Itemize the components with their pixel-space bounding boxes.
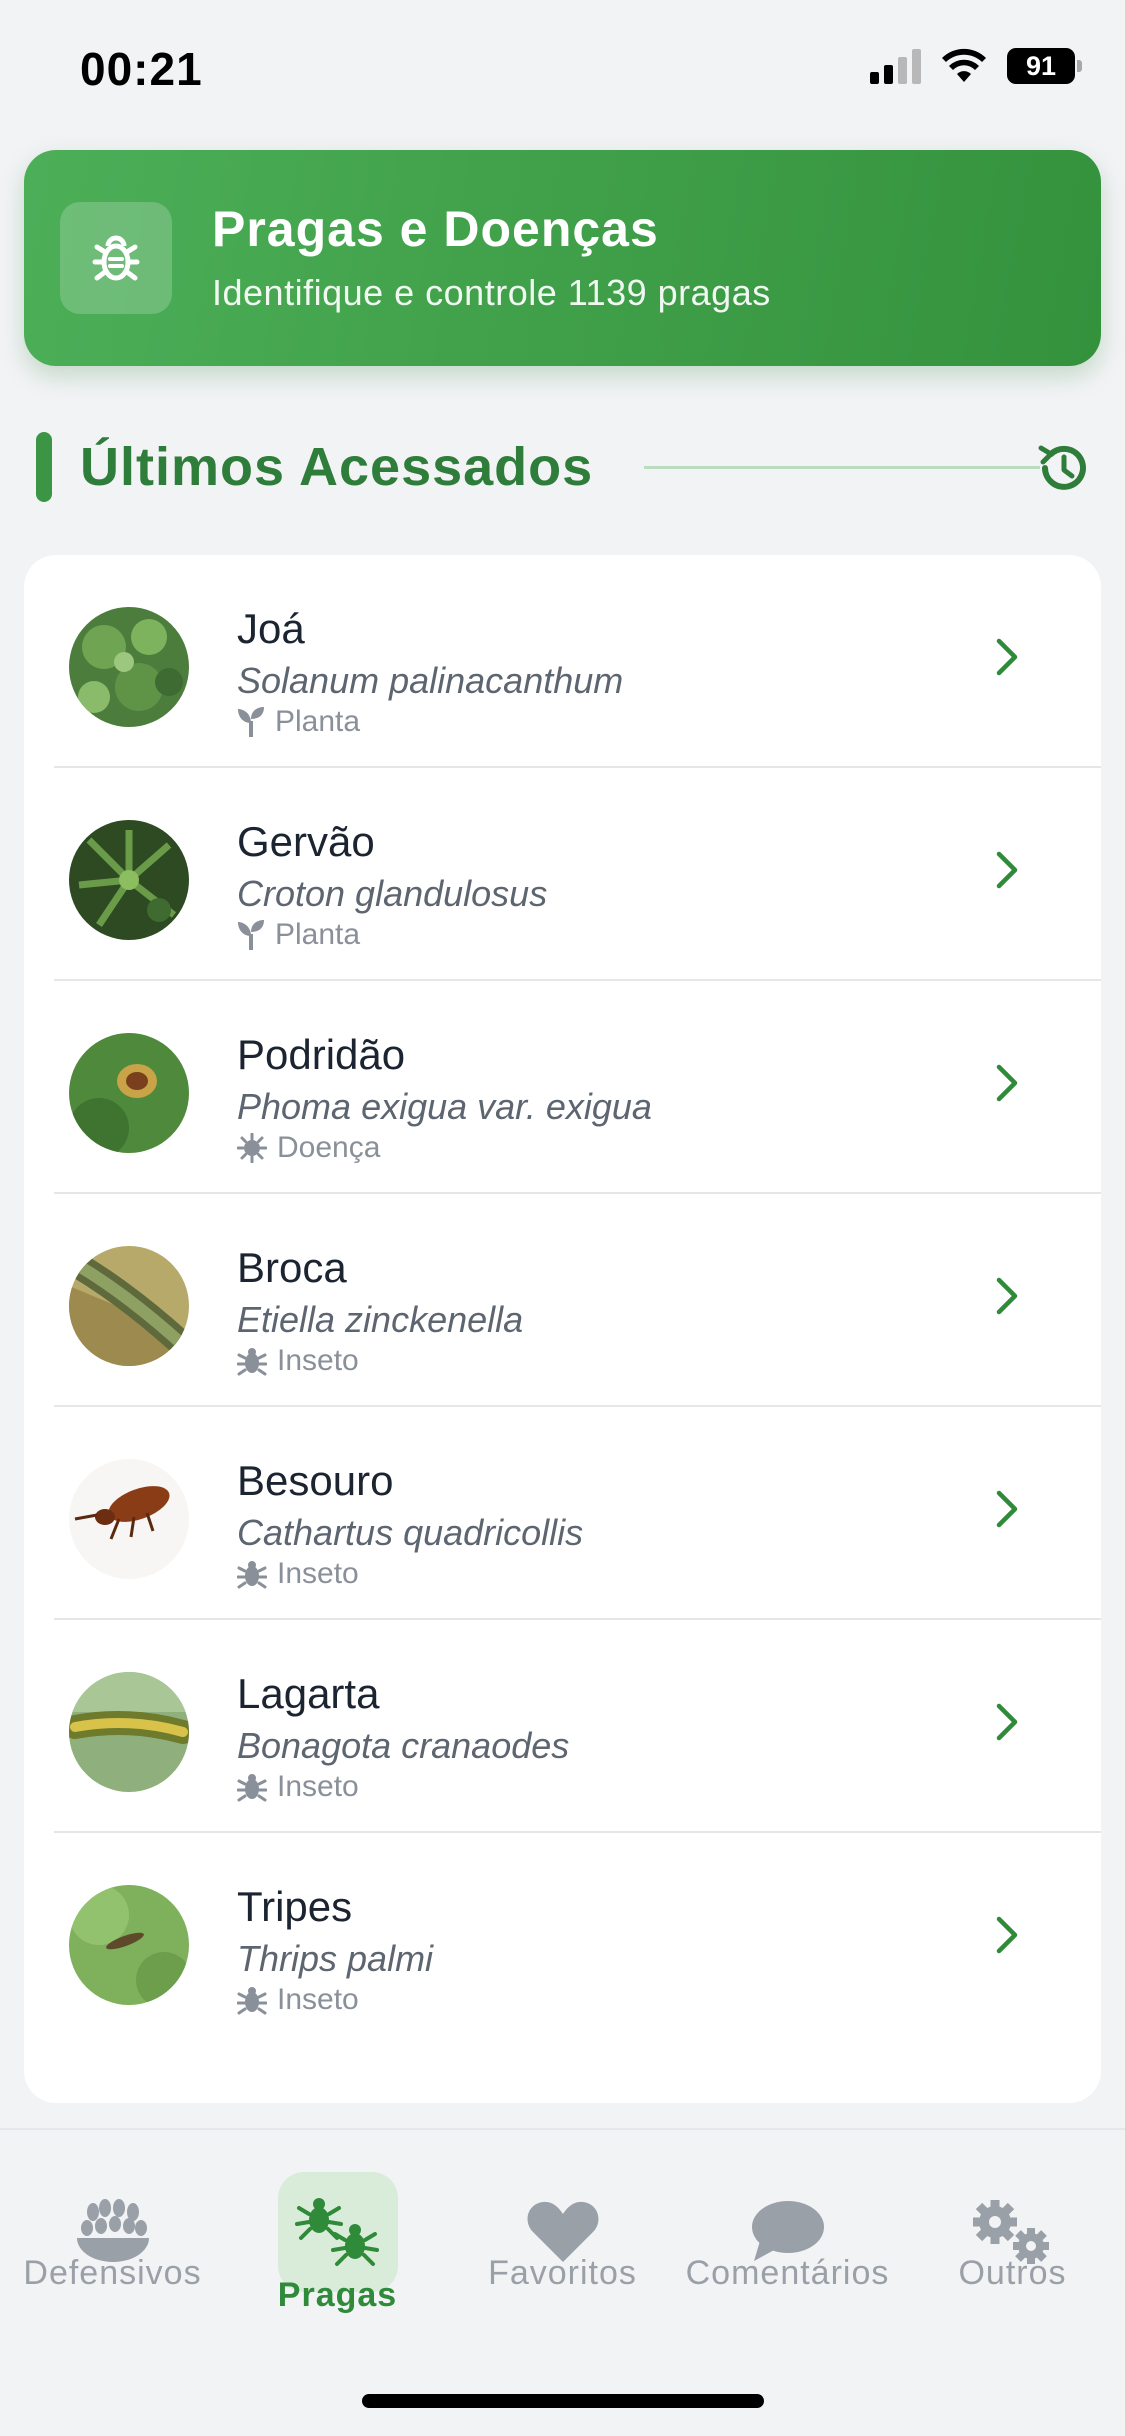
nav-item-defensivos[interactable]: Defensivos (0, 2130, 225, 2360)
bugs-icon (277, 2172, 398, 2292)
nav-item-outros[interactable]: Outros (900, 2130, 1125, 2360)
item-name: Lagarta (237, 1670, 380, 1717)
status-time: 00:21 (80, 43, 203, 95)
list-item[interactable]: Gervão Croton glandulosus Planta (24, 768, 1101, 981)
item-type-label: Doença (277, 1131, 381, 1164)
item-type-label: Inseto (277, 1983, 359, 2016)
chevron-right-icon (995, 1702, 1019, 1747)
item-thumbnail (69, 1459, 189, 1579)
item-name: Broca (237, 1244, 347, 1291)
bug-icon (237, 1346, 267, 1376)
recent-list: Joá Solanum palinacanthum Planta Gervão … (24, 555, 1101, 2103)
bottom-navigation: Defensivos Pragas Favoritos Comentários … (0, 2128, 1125, 2436)
status-icons: 91 (870, 48, 1082, 84)
virus-icon (237, 1133, 267, 1163)
item-type: Doença (237, 1131, 380, 1165)
item-type: Inseto (237, 1770, 359, 1804)
item-type-label: Inseto (277, 1557, 359, 1590)
cellular-signal-icon (870, 48, 921, 84)
item-type: Inseto (237, 1344, 359, 1378)
item-type-label: Planta (275, 918, 361, 951)
bug-icon (60, 202, 172, 314)
item-type-label: Inseto (277, 1770, 359, 1803)
nav-label: Defensivos (23, 2254, 202, 2292)
item-thumbnail (69, 820, 189, 940)
item-type-label: Inseto (277, 1344, 359, 1377)
item-scientific-name: Solanum palinacanthum (237, 660, 624, 701)
section-header: Últimos Acessados (36, 430, 1091, 504)
nav-label: Comentários (685, 2254, 890, 2292)
battery-icon: 91 (1007, 48, 1082, 84)
header-card: Pragas e Doenças Identifique e controle … (24, 150, 1101, 366)
item-name: Tripes (237, 1883, 353, 1930)
item-scientific-name: Cathartus quadricollis (237, 1512, 584, 1553)
item-type: Planta (237, 705, 360, 739)
nav-item-comentarios[interactable]: Comentários (675, 2130, 900, 2360)
nav-item-pragas[interactable]: Pragas (225, 2130, 450, 2360)
chevron-right-icon (995, 850, 1019, 895)
item-name: Joá (237, 605, 305, 652)
bug-icon (237, 1985, 267, 2015)
item-scientific-name: Etiella zinckenella (237, 1299, 524, 1340)
item-thumbnail (69, 607, 189, 727)
home-indicator (362, 2394, 764, 2408)
sprout-icon (237, 707, 265, 737)
section-title: Últimos Acessados (80, 437, 594, 497)
bug-icon (237, 1772, 267, 1802)
item-thumbnail (69, 1885, 189, 2005)
list-item[interactable]: Lagarta Bonagota cranaodes Inseto (24, 1620, 1101, 1833)
item-scientific-name: Bonagota cranaodes (237, 1725, 570, 1766)
chevron-right-icon (995, 1915, 1019, 1960)
item-type: Planta (237, 918, 360, 952)
item-name: Podridão (237, 1031, 406, 1078)
nav-label: Outros (958, 2254, 1067, 2292)
chevron-right-icon (995, 1063, 1019, 1108)
status-bar: 00:21 91 (0, 0, 1125, 140)
item-name: Besouro (237, 1457, 394, 1504)
item-thumbnail (69, 1246, 189, 1366)
wifi-icon (941, 48, 987, 84)
page-title: Pragas e Doenças (212, 201, 659, 257)
bug-icon (237, 1559, 267, 1589)
nav-item-favoritos[interactable]: Favoritos (450, 2130, 675, 2360)
item-scientific-name: Croton glandulosus (237, 873, 548, 914)
nav-label: Pragas (277, 2276, 398, 2314)
item-name: Gervão (237, 818, 375, 865)
list-item[interactable]: Besouro Cathartus quadricollis Inseto (24, 1407, 1101, 1620)
chevron-right-icon (995, 637, 1019, 682)
item-thumbnail (69, 1672, 189, 1792)
page-subtitle: Identifique e controle 1139 pragas (212, 272, 771, 313)
list-item[interactable]: Broca Etiella zinckenella Inseto (24, 1194, 1101, 1407)
item-scientific-name: Phoma exigua var. exigua (237, 1086, 652, 1127)
sprout-icon (237, 920, 265, 950)
chevron-right-icon (995, 1489, 1019, 1534)
section-accent-bar (36, 432, 52, 502)
battery-level: 91 (1025, 50, 1057, 81)
item-type: Inseto (237, 1983, 359, 2017)
item-type: Inseto (237, 1557, 359, 1591)
history-icon[interactable] (1035, 440, 1091, 501)
section-divider (644, 466, 1040, 469)
list-item[interactable]: Tripes Thrips palmi Inseto (24, 1833, 1101, 2046)
chevron-right-icon (995, 1276, 1019, 1321)
item-scientific-name: Thrips palmi (237, 1938, 434, 1979)
item-type-label: Planta (275, 705, 361, 738)
list-item[interactable]: Joá Solanum palinacanthum Planta (24, 555, 1101, 768)
list-item[interactable]: Podridão Phoma exigua var. exigua Doença (24, 981, 1101, 1194)
nav-label: Favoritos (488, 2254, 637, 2292)
item-thumbnail (69, 1033, 189, 1153)
